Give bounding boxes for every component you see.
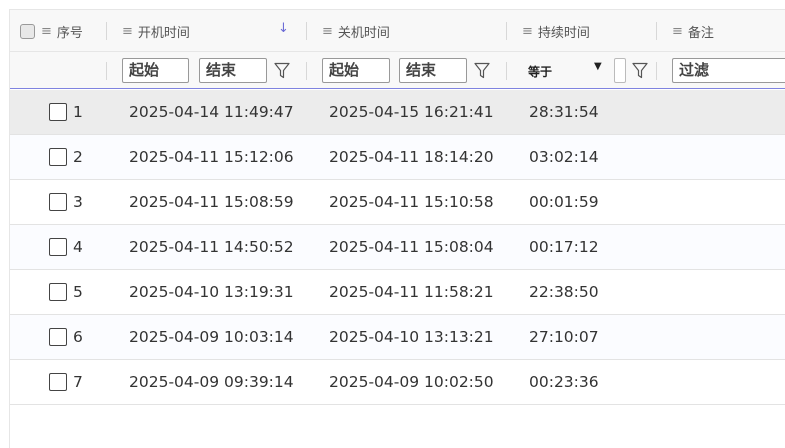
start-time-cell: 2025-04-09 09:39:14	[129, 373, 294, 391]
table-row[interactable]: 2 2025-04-11 15:12:06 2025-04-11 18:14:2…	[10, 135, 785, 180]
filter-row: 起始 结束 起始 结束 等于 ▼ 过滤	[10, 51, 785, 89]
end-time-cell: 2025-04-15 16:21:41	[329, 103, 494, 121]
header-end-time-label: 关机时间	[337, 25, 390, 41]
duration-cell: 00:23:36	[529, 373, 599, 391]
row-checkbox[interactable]	[49, 148, 67, 166]
duration-cell: 28:31:54	[529, 103, 599, 121]
row-checkbox[interactable]	[49, 373, 67, 391]
column-menu-icon[interactable]: ≡	[41, 24, 52, 39]
duration-cell: 03:02:14	[529, 148, 599, 166]
header-end-time[interactable]: ≡ 关机时间	[322, 10, 390, 52]
row-index: 3	[73, 193, 83, 211]
end-time-cell: 2025-04-09 10:02:50	[329, 373, 494, 391]
start-time-cell: 2025-04-11 15:08:59	[129, 193, 294, 211]
select-all-checkbox[interactable]	[20, 23, 35, 39]
column-separator	[106, 62, 107, 80]
start-time-cell: 2025-04-10 13:19:31	[129, 283, 294, 301]
end-time-cell: 2025-04-11 11:58:21	[329, 283, 494, 301]
row-checkbox[interactable]	[49, 328, 67, 346]
row-index: 1	[73, 103, 83, 121]
duration-filter-input[interactable]	[614, 58, 626, 83]
start-time-cell: 2025-04-09 10:03:14	[129, 328, 294, 346]
start-time-cell: 2025-04-14 11:49:47	[129, 103, 294, 121]
table-row[interactable]: 3 2025-04-11 15:08:59 2025-04-11 15:10:5…	[10, 180, 785, 225]
column-menu-icon[interactable]: ≡	[522, 24, 533, 39]
table-row[interactable]: 6 2025-04-09 10:03:14 2025-04-10 13:13:2…	[10, 315, 785, 360]
end-time-to-filter[interactable]: 结束	[399, 58, 467, 83]
header-note[interactable]: ≡ 备注	[672, 10, 714, 52]
duration-operator-select[interactable]: 等于	[528, 61, 552, 81]
filter-icon[interactable]	[272, 58, 292, 83]
end-time-from-filter[interactable]: 起始	[322, 58, 390, 83]
start-time-from-filter[interactable]: 起始	[122, 58, 189, 83]
header-index-label: 序号	[56, 25, 83, 41]
index-cell: 2	[49, 135, 83, 179]
filter-icon[interactable]	[472, 58, 492, 83]
row-index: 7	[73, 373, 83, 391]
start-time-to-filter[interactable]: 结束	[199, 58, 267, 83]
index-cell: 3	[49, 180, 83, 224]
row-checkbox[interactable]	[49, 283, 67, 301]
note-filter-input[interactable]: 过滤	[672, 58, 785, 83]
column-separator[interactable]	[506, 22, 507, 40]
sort-desc-icon[interactable]: ↓	[278, 21, 289, 36]
column-separator	[506, 62, 507, 80]
header-row: ≡ 序号 ≡ 开机时间 ↓ ≡ 关机时间 ≡ 持续时间 ≡ 备注	[10, 9, 785, 51]
header-duration-label: 持续时间	[537, 25, 590, 41]
row-checkbox[interactable]	[49, 103, 67, 121]
header-start-time-label: 开机时间	[137, 25, 190, 41]
row-checkbox[interactable]	[49, 193, 67, 211]
index-cell: 5	[49, 270, 83, 314]
start-time-cell: 2025-04-11 15:12:06	[129, 148, 294, 166]
column-menu-icon[interactable]: ≡	[122, 24, 133, 39]
header-index[interactable]: ≡ 序号	[20, 10, 83, 52]
index-cell: 6	[49, 315, 83, 359]
column-separator[interactable]	[656, 22, 657, 40]
row-index: 2	[73, 148, 83, 166]
row-checkbox[interactable]	[49, 238, 67, 256]
duration-cell: 22:38:50	[529, 283, 599, 301]
row-index: 6	[73, 328, 83, 346]
header-note-label: 备注	[687, 25, 714, 41]
table-row[interactable]: 4 2025-04-11 14:50:52 2025-04-11 15:08:0…	[10, 225, 785, 270]
end-time-cell: 2025-04-11 18:14:20	[329, 148, 494, 166]
column-menu-icon[interactable]: ≡	[322, 24, 333, 39]
column-menu-icon[interactable]: ≡	[672, 24, 683, 39]
header-duration[interactable]: ≡ 持续时间	[522, 10, 590, 52]
index-cell: 1	[49, 90, 83, 134]
column-separator[interactable]	[106, 22, 107, 40]
filter-icon[interactable]	[630, 58, 650, 83]
start-time-cell: 2025-04-11 14:50:52	[129, 238, 294, 256]
index-cell: 7	[49, 360, 83, 404]
table-row[interactable]: 7 2025-04-09 09:39:14 2025-04-09 10:02:5…	[10, 360, 785, 405]
duration-cell: 27:10:07	[529, 328, 599, 346]
header-start-time[interactable]: ≡ 开机时间	[122, 10, 190, 52]
table-row[interactable]: 5 2025-04-10 13:19:31 2025-04-11 11:58:2…	[10, 270, 785, 315]
end-time-cell: 2025-04-11 15:10:58	[329, 193, 494, 211]
data-grid: ≡ 序号 ≡ 开机时间 ↓ ≡ 关机时间 ≡ 持续时间 ≡ 备注 起始 结束 起…	[9, 9, 785, 448]
column-separator	[306, 62, 307, 80]
row-index: 4	[73, 238, 83, 256]
end-time-cell: 2025-04-11 15:08:04	[329, 238, 494, 256]
end-time-cell: 2025-04-10 13:13:21	[329, 328, 494, 346]
index-cell: 4	[49, 225, 83, 269]
chevron-down-icon[interactable]: ▼	[594, 61, 602, 72]
duration-cell: 00:17:12	[529, 238, 599, 256]
duration-cell: 00:01:59	[529, 193, 599, 211]
column-separator	[656, 62, 657, 80]
column-separator[interactable]	[306, 22, 307, 40]
table-row[interactable]: 1 2025-04-14 11:49:47 2025-04-15 16:21:4…	[10, 90, 785, 135]
row-index: 5	[73, 283, 83, 301]
